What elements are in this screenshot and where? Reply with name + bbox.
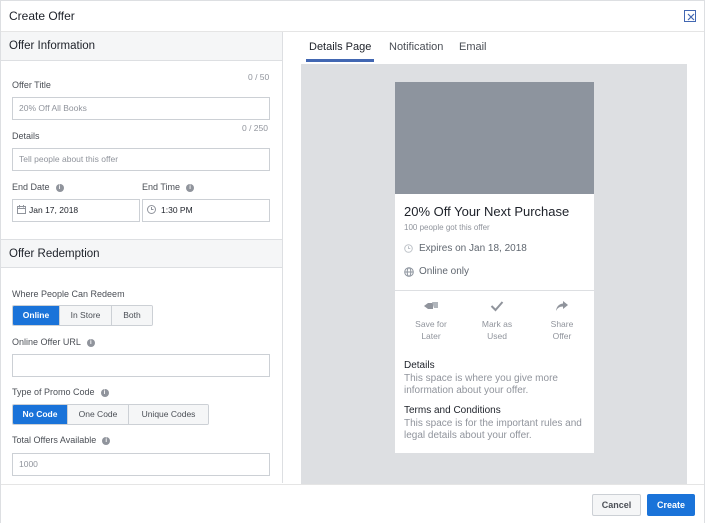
active-tab-indicator — [306, 59, 374, 62]
tab-details-page[interactable]: Details Page — [309, 41, 371, 53]
preview-panel: Details Page Notification Email 20% Off … — [284, 32, 704, 484]
end-date-input[interactable]: Jan 17, 2018 — [12, 199, 140, 222]
offer-image-placeholder — [395, 82, 594, 194]
promo-option-one-code[interactable]: One Code — [68, 405, 129, 424]
where-option-both[interactable]: Both — [112, 306, 152, 325]
promo-option-no-code[interactable]: No Code — [13, 405, 68, 424]
end-time-value: 1:30 PM — [161, 205, 193, 215]
offer-information-header: Offer Information — [1, 32, 282, 61]
save-for-label-line1: Save for — [415, 319, 447, 329]
where-redeem-selector: Online In Store Both — [12, 305, 153, 326]
info-icon[interactable]: i — [102, 437, 111, 445]
calendar-icon — [17, 205, 26, 214]
where-option-online[interactable]: Online — [13, 306, 60, 325]
preview-canvas: 20% Off Your Next Purchase 100 people go… — [301, 64, 687, 484]
info-icon[interactable]: i — [100, 389, 109, 397]
offer-title-input[interactable]: 20% Off All Books — [12, 97, 270, 120]
close-icon[interactable] — [684, 10, 696, 22]
online-url-label-text: Online Offer URL — [12, 337, 81, 347]
dialog-titlebar: Create Offer — [1, 1, 704, 32]
offer-redemption-heading: Offer Redemption — [9, 248, 100, 260]
info-icon[interactable]: i — [86, 339, 95, 347]
globe-icon — [404, 267, 414, 277]
promo-code-label: Type of Promo Code i — [12, 387, 109, 397]
online-row: Online only — [404, 266, 469, 277]
offer-redemption-header: Offer Redemption — [1, 239, 282, 268]
info-icon[interactable]: i — [186, 184, 195, 192]
end-date-label: End Date i — [12, 182, 64, 192]
offer-title-label: Offer Title — [12, 80, 51, 90]
end-date-value: Jan 17, 2018 — [29, 205, 79, 215]
mark-as-used-action[interactable]: Mark as Used — [472, 300, 522, 342]
total-offers-input[interactable]: 1000 — [12, 453, 270, 476]
clock-icon — [404, 244, 413, 253]
info-icon[interactable]: i — [55, 184, 64, 192]
card-divider — [395, 290, 594, 291]
preview-tabs: Details Page Notification Email — [306, 32, 686, 62]
details-text: This space is where you give more inform… — [404, 373, 558, 396]
offer-card-subtitle: 100 people got this offer — [404, 223, 490, 232]
end-time-input[interactable]: 1:30 PM — [142, 199, 270, 222]
total-offers-label-text: Total Offers Available — [12, 435, 97, 445]
online-url-label: Online Offer URL i — [12, 337, 95, 347]
create-button[interactable]: Create — [647, 494, 695, 516]
save-for-later-action[interactable]: Save for Later — [406, 300, 456, 342]
title-counter: 0 / 50 — [248, 72, 270, 82]
dialog-title: Create Offer — [9, 9, 75, 23]
create-offer-dialog: Create Offer Offer Information 0 / 50 Of… — [0, 0, 705, 523]
save-for-label-line2: Later — [421, 331, 441, 341]
cancel-button[interactable]: Cancel — [592, 494, 641, 516]
tab-email[interactable]: Email — [459, 41, 487, 53]
where-redeem-label: Where People Can Redeem — [12, 289, 125, 299]
where-option-in-store[interactable]: In Store — [60, 306, 112, 325]
details-counter: 0 / 250 — [242, 123, 268, 133]
terms-heading: Terms and Conditions — [404, 405, 501, 416]
total-offers-label: Total Offers Available i — [12, 435, 111, 445]
details-input[interactable]: Tell people about this offer — [12, 148, 270, 171]
share-offer-action[interactable]: Share Offer — [537, 300, 587, 342]
offer-information-heading: Offer Information — [9, 40, 96, 52]
share-label-line1: Share — [550, 319, 574, 329]
mark-as-label-line1: Mark as — [481, 319, 513, 329]
tab-notification[interactable]: Notification — [389, 41, 443, 53]
dialog-footer: Cancel Create — [1, 484, 704, 523]
checkmark-icon — [490, 301, 504, 312]
details-heading: Details — [404, 360, 435, 371]
end-time-label-text: End Time — [142, 182, 181, 192]
details-label: Details — [12, 131, 40, 141]
save-later-icon — [424, 302, 438, 309]
terms-text: This space is for the important rules an… — [404, 418, 582, 441]
promo-code-label-text: Type of Promo Code — [12, 387, 95, 397]
share-arrow-icon — [556, 301, 568, 311]
promo-code-selector: No Code One Code Unique Codes — [12, 404, 209, 425]
mark-as-label-line2: Used — [487, 331, 507, 341]
expires-row: Expires on Jan 18, 2018 — [404, 243, 527, 254]
clock-icon — [147, 205, 156, 214]
expires-text: Expires on Jan 18, 2018 — [419, 243, 527, 254]
end-date-label-text: End Date — [12, 182, 50, 192]
offer-form-panel: Offer Information 0 / 50 Offer Title 20%… — [1, 32, 283, 483]
offer-card-title: 20% Off Your Next Purchase — [404, 204, 570, 219]
promo-option-unique-codes[interactable]: Unique Codes — [129, 405, 208, 424]
online-text: Online only — [419, 266, 470, 277]
share-label-line2: Offer — [552, 331, 572, 341]
end-time-label: End Time i — [142, 182, 195, 192]
online-url-input[interactable] — [12, 354, 270, 377]
offer-preview-card: 20% Off Your Next Purchase 100 people go… — [395, 82, 594, 453]
